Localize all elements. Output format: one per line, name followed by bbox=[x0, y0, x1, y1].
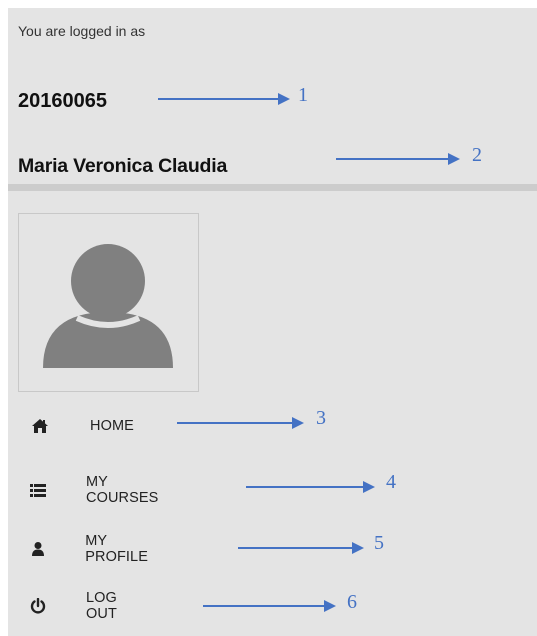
list-icon bbox=[30, 480, 46, 500]
menu-item-label: MY COURSES bbox=[86, 474, 159, 506]
menu-item-home[interactable]: HOME bbox=[30, 412, 134, 440]
divider bbox=[8, 184, 537, 191]
menu-item-label: LOG OUT bbox=[86, 590, 117, 622]
annotation-number: 6 bbox=[347, 591, 357, 613]
menu-item-label: MY PROFILE bbox=[85, 533, 148, 565]
annotation-arrow bbox=[203, 600, 336, 612]
user-name: Maria Veronica Claudia bbox=[18, 155, 228, 177]
menu-item-label: HOME bbox=[90, 418, 134, 434]
annotation-number: 3 bbox=[316, 407, 326, 429]
user-icon bbox=[30, 539, 45, 559]
default-user-avatar-icon bbox=[43, 244, 173, 368]
user-id: 20160065 bbox=[18, 90, 107, 112]
annotation-arrow bbox=[177, 417, 304, 429]
home-icon bbox=[30, 416, 50, 436]
annotation-arrow bbox=[336, 153, 460, 165]
annotation-arrow bbox=[158, 93, 290, 105]
annotation-number: 1 bbox=[298, 84, 308, 106]
logged-in-label: You are logged in as bbox=[18, 23, 146, 39]
menu-item-log-out[interactable]: LOG OUT bbox=[30, 590, 121, 622]
annotation-number: 4 bbox=[386, 471, 396, 493]
menu-item-my-courses[interactable]: MY COURSES bbox=[30, 474, 162, 506]
annotation-number: 2 bbox=[472, 144, 482, 166]
annotation-arrow bbox=[246, 481, 375, 493]
power-icon bbox=[30, 596, 46, 616]
annotation-number: 5 bbox=[374, 532, 384, 554]
annotation-arrow bbox=[238, 542, 364, 554]
avatar bbox=[18, 213, 199, 392]
menu-item-my-profile[interactable]: MY PROFILE bbox=[30, 533, 153, 565]
